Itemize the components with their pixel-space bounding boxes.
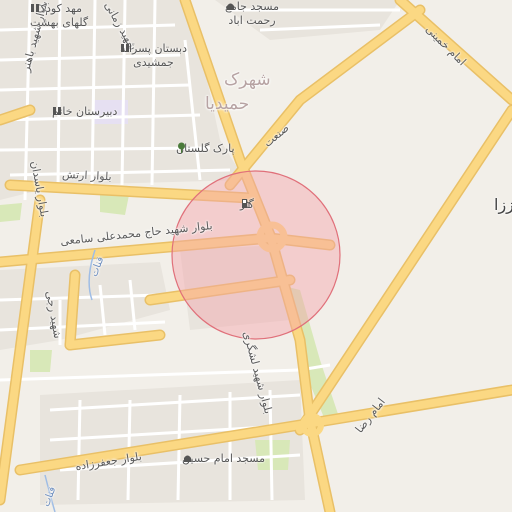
- poi-mosque-jame-name-line2: رحمت اباد: [228, 13, 276, 27]
- poi-park-golestan[interactable]: پارک گلستان: [176, 142, 235, 156]
- school-icon: [31, 4, 39, 12]
- map-canvas[interactable]: شهرک حمیدیا ززا بلوار ارتش بلوار شهید حا…: [0, 0, 512, 512]
- area-label-edge: ززا: [494, 195, 512, 214]
- poi-mosque-imam[interactable]: مسجد امام حسین: [182, 452, 265, 466]
- poi-kindergarten[interactable]: مهد کودک گلهای بهشت: [30, 2, 88, 30]
- search-radius-circle: [171, 170, 341, 340]
- poi-mosque-jame[interactable]: مسجد جامع رحمت اباد: [225, 0, 279, 28]
- poi-school-khatam[interactable]: دبیرستان خاتم: [52, 105, 117, 119]
- fuel-icon: [242, 199, 250, 208]
- poi-school-boys-name-line2: جمشیدی: [133, 55, 174, 69]
- road-label-artesh: بلوار ارتش: [61, 167, 113, 184]
- poi-gas-station[interactable]: گاز: [240, 198, 254, 212]
- mosque-icon: [184, 455, 191, 462]
- poi-mosque-imam-name: مسجد امام حسین: [182, 452, 265, 465]
- tree-icon: [178, 142, 185, 153]
- area-label-line1: شهرک: [224, 70, 271, 90]
- mosque-icon: [227, 3, 234, 10]
- poi-kindergarten-name-line2: گلهای بهشت: [30, 15, 89, 29]
- school-icon: [53, 107, 61, 115]
- school-icon: [121, 44, 129, 52]
- area-label-line2: حمیدیا: [205, 94, 250, 114]
- poi-school-boys[interactable]: دبستان پسرانه جمشیدی: [120, 42, 187, 70]
